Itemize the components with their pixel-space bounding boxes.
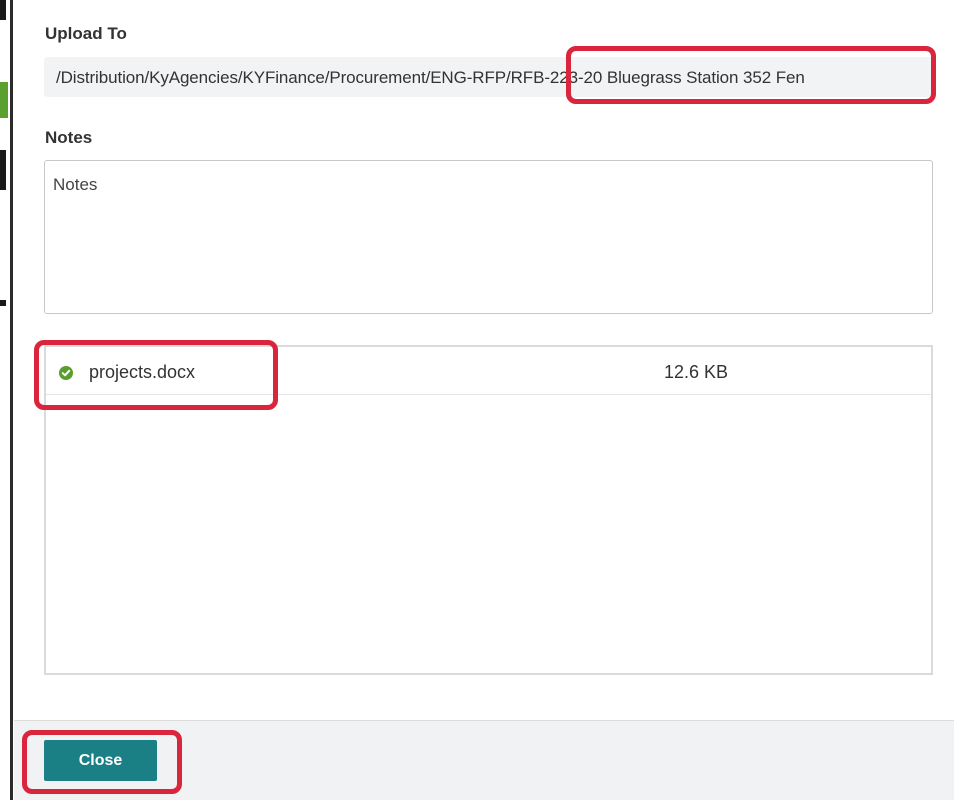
upload-to-label: Upload To	[45, 24, 127, 43]
file-size: 12.6 KB	[664, 362, 729, 382]
background-window-edge	[0, 0, 13, 804]
upload-dialog: Upload To /Distribution/KyAgencies/KYFin…	[14, 0, 954, 804]
uploaded-files-list: projects.docx 12.6 KB	[44, 345, 933, 675]
file-row: projects.docx 12.6 KB	[46, 347, 931, 395]
upload-path-text: /Distribution/KyAgencies/KYFinance/Procu…	[56, 68, 805, 87]
notes-textarea[interactable]	[44, 160, 933, 314]
file-name: projects.docx	[89, 362, 196, 382]
notes-label: Notes	[45, 128, 93, 147]
bottom-edge	[0, 800, 954, 804]
dialog-footer: Close	[14, 720, 954, 804]
upload-page: Upload To /Distribution/KyAgencies/KYFin…	[0, 0, 954, 804]
check-circle-icon	[59, 366, 73, 380]
upload-path-field: /Distribution/KyAgencies/KYFinance/Procu…	[44, 57, 934, 97]
close-button[interactable]: Close	[44, 740, 157, 781]
